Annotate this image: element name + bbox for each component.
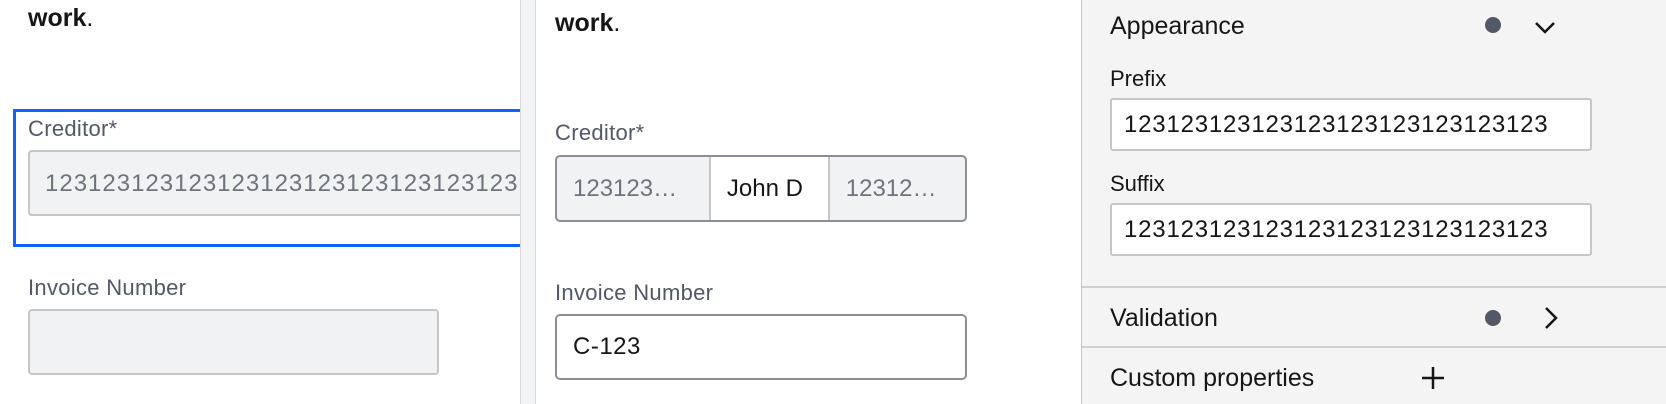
form-preview: work. Creditor* 123123… John D 12312… In…	[536, 0, 1081, 404]
heading-bold-fragment: work	[28, 4, 87, 32]
preview-heading-text: work.	[555, 9, 620, 38]
creditor-prefix: 123123…	[573, 174, 678, 202]
suffix-input[interactable]: 123123123123123123123123123123	[1110, 203, 1592, 256]
custom-properties-section-header[interactable]: Custom properties	[1082, 348, 1666, 404]
prefix-label: Prefix	[1110, 66, 1167, 91]
status-dot-icon	[1485, 310, 1501, 326]
prefix-input[interactable]: 123123123123123123123123123123	[1110, 98, 1592, 151]
custom-properties-title: Custom properties	[1110, 364, 1315, 392]
preview-invoice-number-input[interactable]: C-123	[555, 314, 967, 380]
appearance-section-header[interactable]: Appearance	[1082, 0, 1666, 54]
pane-resize-handle[interactable]	[520, 0, 536, 404]
preview-heading-bold-fragment: work	[555, 9, 614, 37]
suffix-label: Suffix	[1110, 171, 1165, 196]
chevron-right-icon[interactable]	[1538, 304, 1564, 332]
validation-section-header[interactable]: Validation	[1082, 288, 1666, 346]
preview-heading-punctuation: .	[613, 9, 621, 37]
creditor-suffix: 12312…	[845, 174, 937, 202]
form-editor-canvas: work. Creditor* 123123123123123123123123…	[0, 0, 520, 404]
status-dot-icon	[1485, 17, 1501, 33]
properties-panel: Appearance Prefix 1231231231231231231231…	[1082, 0, 1666, 404]
invoice-number-input[interactable]	[28, 309, 439, 375]
creditor-input[interactable]: John D	[708, 157, 830, 220]
creditor-input-value: 123123123123123123123123123123123123	[45, 170, 520, 197]
heading-text: work.	[28, 4, 93, 33]
creditor-label: Creditor*	[28, 116, 118, 141]
invoice-number-label: Invoice Number	[28, 275, 187, 300]
chevron-down-icon[interactable]	[1532, 14, 1558, 40]
validation-title: Validation	[1110, 304, 1218, 332]
preview-invoice-number-label: Invoice Number	[555, 280, 714, 305]
preview-creditor-input-group: 123123… John D 12312…	[555, 155, 967, 222]
heading-punctuation: .	[86, 4, 94, 32]
creditor-input[interactable]: 123123123123123123123123123123123123	[28, 150, 520, 216]
plus-icon[interactable]	[1419, 364, 1447, 392]
preview-creditor-label: Creditor*	[555, 120, 645, 145]
appearance-title: Appearance	[1110, 12, 1245, 40]
